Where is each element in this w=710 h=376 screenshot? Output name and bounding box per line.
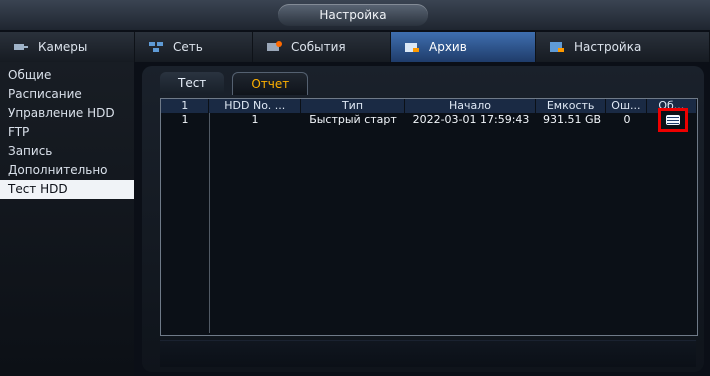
col-capacity[interactable]: Емкость [536, 99, 607, 113]
window-title: Настройка [278, 4, 428, 26]
cell-errors: 0 [623, 113, 631, 126]
subtab-report[interactable]: Отчет [232, 72, 309, 95]
cell-hdd-no: 1 [251, 113, 259, 126]
tab-label: Настройка [574, 40, 642, 54]
sidebar: Общие Расписание Управление HDD FTP Запи… [0, 62, 134, 376]
main-tabs: Камеры Сеть События Архив Настройка [0, 32, 710, 62]
sidebar-item-general[interactable]: Общие [0, 66, 134, 85]
tab-label: Камеры [38, 40, 88, 54]
sidebar-item-record[interactable]: Запись [0, 142, 134, 161]
col-errors[interactable]: Ош... [606, 99, 647, 113]
sidebar-item-ftp[interactable]: FTP [0, 123, 134, 142]
tab-label: События [291, 40, 346, 54]
tab-label: Архив [429, 40, 467, 54]
tab-archive[interactable]: Архив [391, 32, 536, 62]
tab-events[interactable]: События [253, 32, 391, 62]
view-details-button[interactable] [658, 108, 688, 132]
cell-capacity: 931.51 GB [542, 113, 602, 126]
subtabs: Тест Отчет [160, 72, 309, 95]
tab-cameras[interactable]: Камеры [0, 32, 135, 62]
sidebar-item-hdd-manage[interactable]: Управление HDD [0, 104, 134, 123]
subtab-test[interactable]: Тест [160, 72, 225, 94]
list-icon [666, 115, 680, 125]
tab-network[interactable]: Сеть [135, 32, 253, 62]
table-row[interactable]: 1 1 Быстрый старт 2022-03-01 17:59:43 93… [161, 113, 697, 127]
report-table: 1 HDD No. ... Тип Начало Емкость Ош... О… [160, 98, 698, 336]
cell-start: 2022-03-01 17:59:43 [412, 113, 530, 126]
column-divider [209, 113, 210, 333]
archive-icon [403, 40, 421, 54]
title-bar: Настройка [0, 0, 710, 30]
sidebar-item-advanced[interactable]: Дополнительно [0, 161, 134, 180]
events-icon [265, 40, 283, 54]
network-icon [147, 40, 165, 54]
col-type[interactable]: Тип [301, 99, 405, 113]
footer-panel [160, 340, 696, 367]
col-hdd-no[interactable]: HDD No. ... [209, 99, 302, 113]
settings-icon [548, 40, 566, 54]
cell-type: Быстрый старт [309, 113, 397, 126]
sidebar-item-schedule[interactable]: Расписание [0, 85, 134, 104]
tab-settings[interactable]: Настройка [536, 32, 710, 62]
table-header: 1 HDD No. ... Тип Начало Емкость Ош... О… [161, 99, 697, 113]
col-start[interactable]: Начало [405, 99, 537, 113]
tab-label: Сеть [173, 40, 203, 54]
col-number[interactable]: 1 [161, 99, 210, 113]
camera-icon [12, 40, 30, 54]
sidebar-item-hdd-test[interactable]: Тест HDD [0, 180, 134, 199]
cell-number: 1 [181, 113, 189, 126]
